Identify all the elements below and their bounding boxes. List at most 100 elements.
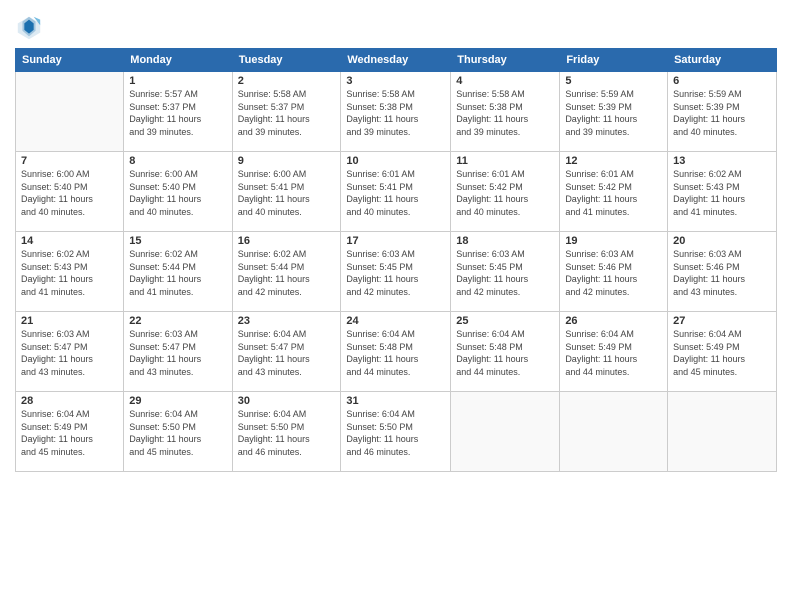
calendar-cell	[668, 392, 777, 472]
calendar-cell: 19Sunrise: 6:03 AM Sunset: 5:46 PM Dayli…	[560, 232, 668, 312]
day-info: Sunrise: 5:59 AM Sunset: 5:39 PM Dayligh…	[673, 88, 771, 138]
calendar-cell: 9Sunrise: 6:00 AM Sunset: 5:41 PM Daylig…	[232, 152, 341, 232]
calendar-cell: 28Sunrise: 6:04 AM Sunset: 5:49 PM Dayli…	[16, 392, 124, 472]
day-info: Sunrise: 5:59 AM Sunset: 5:39 PM Dayligh…	[565, 88, 662, 138]
day-number: 10	[346, 155, 445, 167]
weekday-header-tuesday: Tuesday	[232, 49, 341, 72]
day-info: Sunrise: 6:02 AM Sunset: 5:44 PM Dayligh…	[129, 248, 226, 298]
day-info: Sunrise: 5:58 AM Sunset: 5:38 PM Dayligh…	[346, 88, 445, 138]
day-info: Sunrise: 6:01 AM Sunset: 5:42 PM Dayligh…	[565, 168, 662, 218]
day-number: 20	[673, 235, 771, 247]
calendar-week-row: 28Sunrise: 6:04 AM Sunset: 5:49 PM Dayli…	[16, 392, 777, 472]
day-number: 15	[129, 235, 226, 247]
calendar-week-row: 7Sunrise: 6:00 AM Sunset: 5:40 PM Daylig…	[16, 152, 777, 232]
calendar-cell: 21Sunrise: 6:03 AM Sunset: 5:47 PM Dayli…	[16, 312, 124, 392]
calendar-cell: 18Sunrise: 6:03 AM Sunset: 5:45 PM Dayli…	[451, 232, 560, 312]
day-info: Sunrise: 6:04 AM Sunset: 5:49 PM Dayligh…	[565, 328, 662, 378]
day-number: 26	[565, 315, 662, 327]
calendar-cell: 11Sunrise: 6:01 AM Sunset: 5:42 PM Dayli…	[451, 152, 560, 232]
calendar-cell: 13Sunrise: 6:02 AM Sunset: 5:43 PM Dayli…	[668, 152, 777, 232]
calendar-cell: 17Sunrise: 6:03 AM Sunset: 5:45 PM Dayli…	[341, 232, 451, 312]
day-number: 2	[238, 75, 336, 87]
day-info: Sunrise: 6:04 AM Sunset: 5:49 PM Dayligh…	[21, 408, 118, 458]
logo	[15, 14, 45, 42]
calendar-cell: 4Sunrise: 5:58 AM Sunset: 5:38 PM Daylig…	[451, 72, 560, 152]
weekday-header-monday: Monday	[124, 49, 232, 72]
day-number: 9	[238, 155, 336, 167]
calendar-week-row: 14Sunrise: 6:02 AM Sunset: 5:43 PM Dayli…	[16, 232, 777, 312]
calendar-cell: 12Sunrise: 6:01 AM Sunset: 5:42 PM Dayli…	[560, 152, 668, 232]
day-number: 12	[565, 155, 662, 167]
day-number: 7	[21, 155, 118, 167]
calendar-cell: 20Sunrise: 6:03 AM Sunset: 5:46 PM Dayli…	[668, 232, 777, 312]
calendar-cell: 22Sunrise: 6:03 AM Sunset: 5:47 PM Dayli…	[124, 312, 232, 392]
calendar-cell: 7Sunrise: 6:00 AM Sunset: 5:40 PM Daylig…	[16, 152, 124, 232]
weekday-header-sunday: Sunday	[16, 49, 124, 72]
day-info: Sunrise: 5:58 AM Sunset: 5:38 PM Dayligh…	[456, 88, 554, 138]
calendar-cell: 23Sunrise: 6:04 AM Sunset: 5:47 PM Dayli…	[232, 312, 341, 392]
calendar-cell: 25Sunrise: 6:04 AM Sunset: 5:48 PM Dayli…	[451, 312, 560, 392]
day-number: 28	[21, 395, 118, 407]
calendar-cell: 24Sunrise: 6:04 AM Sunset: 5:48 PM Dayli…	[341, 312, 451, 392]
day-number: 27	[673, 315, 771, 327]
day-info: Sunrise: 5:57 AM Sunset: 5:37 PM Dayligh…	[129, 88, 226, 138]
day-info: Sunrise: 6:04 AM Sunset: 5:50 PM Dayligh…	[346, 408, 445, 458]
day-info: Sunrise: 6:03 AM Sunset: 5:45 PM Dayligh…	[456, 248, 554, 298]
day-number: 8	[129, 155, 226, 167]
calendar-cell: 1Sunrise: 5:57 AM Sunset: 5:37 PM Daylig…	[124, 72, 232, 152]
calendar-cell: 5Sunrise: 5:59 AM Sunset: 5:39 PM Daylig…	[560, 72, 668, 152]
day-number: 18	[456, 235, 554, 247]
day-info: Sunrise: 6:00 AM Sunset: 5:41 PM Dayligh…	[238, 168, 336, 218]
day-number: 25	[456, 315, 554, 327]
weekday-header-friday: Friday	[560, 49, 668, 72]
day-info: Sunrise: 5:58 AM Sunset: 5:37 PM Dayligh…	[238, 88, 336, 138]
weekday-header-thursday: Thursday	[451, 49, 560, 72]
day-number: 19	[565, 235, 662, 247]
calendar-cell: 26Sunrise: 6:04 AM Sunset: 5:49 PM Dayli…	[560, 312, 668, 392]
day-number: 23	[238, 315, 336, 327]
day-number: 17	[346, 235, 445, 247]
day-info: Sunrise: 6:04 AM Sunset: 5:50 PM Dayligh…	[129, 408, 226, 458]
day-info: Sunrise: 6:04 AM Sunset: 5:50 PM Dayligh…	[238, 408, 336, 458]
day-number: 24	[346, 315, 445, 327]
day-number: 6	[673, 75, 771, 87]
calendar-cell: 29Sunrise: 6:04 AM Sunset: 5:50 PM Dayli…	[124, 392, 232, 472]
day-info: Sunrise: 6:03 AM Sunset: 5:45 PM Dayligh…	[346, 248, 445, 298]
calendar-cell	[451, 392, 560, 472]
calendar-cell: 6Sunrise: 5:59 AM Sunset: 5:39 PM Daylig…	[668, 72, 777, 152]
day-info: Sunrise: 6:04 AM Sunset: 5:48 PM Dayligh…	[346, 328, 445, 378]
day-info: Sunrise: 6:01 AM Sunset: 5:41 PM Dayligh…	[346, 168, 445, 218]
day-info: Sunrise: 6:03 AM Sunset: 5:47 PM Dayligh…	[21, 328, 118, 378]
day-info: Sunrise: 6:02 AM Sunset: 5:44 PM Dayligh…	[238, 248, 336, 298]
day-number: 16	[238, 235, 336, 247]
calendar-cell: 16Sunrise: 6:02 AM Sunset: 5:44 PM Dayli…	[232, 232, 341, 312]
day-number: 4	[456, 75, 554, 87]
day-info: Sunrise: 6:04 AM Sunset: 5:49 PM Dayligh…	[673, 328, 771, 378]
day-info: Sunrise: 6:03 AM Sunset: 5:47 PM Dayligh…	[129, 328, 226, 378]
day-info: Sunrise: 6:00 AM Sunset: 5:40 PM Dayligh…	[21, 168, 118, 218]
weekday-header-saturday: Saturday	[668, 49, 777, 72]
calendar-cell: 31Sunrise: 6:04 AM Sunset: 5:50 PM Dayli…	[341, 392, 451, 472]
calendar-cell: 30Sunrise: 6:04 AM Sunset: 5:50 PM Dayli…	[232, 392, 341, 472]
day-number: 29	[129, 395, 226, 407]
calendar-cell: 27Sunrise: 6:04 AM Sunset: 5:49 PM Dayli…	[668, 312, 777, 392]
day-number: 14	[21, 235, 118, 247]
day-info: Sunrise: 6:01 AM Sunset: 5:42 PM Dayligh…	[456, 168, 554, 218]
header	[15, 10, 777, 42]
day-info: Sunrise: 6:00 AM Sunset: 5:40 PM Dayligh…	[129, 168, 226, 218]
calendar-cell	[16, 72, 124, 152]
day-info: Sunrise: 6:02 AM Sunset: 5:43 PM Dayligh…	[673, 168, 771, 218]
calendar-cell	[560, 392, 668, 472]
calendar-cell: 15Sunrise: 6:02 AM Sunset: 5:44 PM Dayli…	[124, 232, 232, 312]
day-info: Sunrise: 6:04 AM Sunset: 5:47 PM Dayligh…	[238, 328, 336, 378]
day-number: 13	[673, 155, 771, 167]
day-number: 5	[565, 75, 662, 87]
day-info: Sunrise: 6:02 AM Sunset: 5:43 PM Dayligh…	[21, 248, 118, 298]
weekday-header-row: SundayMondayTuesdayWednesdayThursdayFrid…	[16, 49, 777, 72]
logo-icon	[15, 14, 43, 42]
calendar-cell: 8Sunrise: 6:00 AM Sunset: 5:40 PM Daylig…	[124, 152, 232, 232]
day-info: Sunrise: 6:03 AM Sunset: 5:46 PM Dayligh…	[565, 248, 662, 298]
calendar-cell: 10Sunrise: 6:01 AM Sunset: 5:41 PM Dayli…	[341, 152, 451, 232]
day-info: Sunrise: 6:04 AM Sunset: 5:48 PM Dayligh…	[456, 328, 554, 378]
calendar-cell: 2Sunrise: 5:58 AM Sunset: 5:37 PM Daylig…	[232, 72, 341, 152]
